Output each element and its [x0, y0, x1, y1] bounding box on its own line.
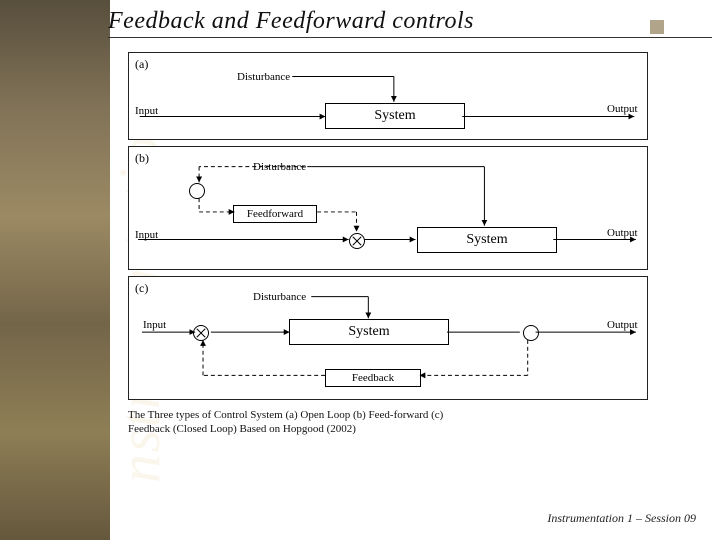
slide-content: Feedback and Feedforward controls (a) Di… [108, 8, 712, 532]
label-output-a: Output [607, 103, 638, 115]
wires-b [129, 147, 647, 269]
panel-a-open-loop: (a) Disturbance Input Output System [128, 52, 648, 140]
label-input-b: Input [135, 229, 158, 241]
label-disturbance-b: Disturbance [253, 161, 306, 173]
diagram-area: (a) Disturbance Input Output System (b) … [128, 52, 648, 400]
title-marker [650, 20, 664, 34]
label-input-a: Input [135, 105, 158, 117]
label-output-c: Output [607, 319, 638, 331]
system-box-c: System [289, 319, 449, 345]
figure-caption: The Three types of Control System (a) Op… [128, 408, 488, 437]
panel-c-feedback: (c) Disturbance Input Output System Feed… [128, 276, 648, 400]
system-box-a: System [325, 103, 465, 129]
label-output-b: Output [607, 227, 638, 239]
slide-footer: Instrumentation 1 – Session 09 [547, 511, 696, 526]
panel-b-feedforward: (b) Disturbance Input Output Feedforward… [128, 146, 648, 270]
decorative-sidebar [0, 0, 110, 540]
system-box-b: System [417, 227, 557, 253]
pickoff-node-b [189, 183, 205, 199]
label-input-c: Input [143, 319, 166, 331]
label-disturbance-a: Disturbance [237, 71, 290, 83]
slide-title: Feedback and Feedforward controls [108, 8, 712, 38]
panel-c-tag: (c) [135, 281, 148, 296]
pickoff-node-c [523, 325, 539, 341]
label-disturbance-c: Disturbance [253, 291, 306, 303]
panel-a-tag: (a) [135, 57, 148, 72]
summing-junction-b [349, 233, 365, 249]
feedback-box: Feedback [325, 369, 421, 387]
feedforward-box: Feedforward [233, 205, 317, 223]
summing-junction-c [193, 325, 209, 341]
panel-b-tag: (b) [135, 151, 149, 166]
